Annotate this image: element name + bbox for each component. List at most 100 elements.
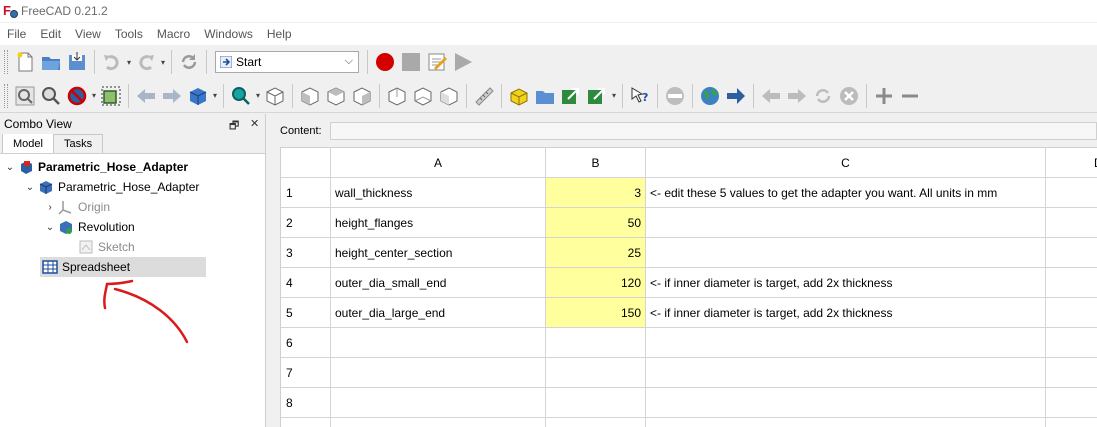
- macro-stop-icon[interactable]: [399, 50, 423, 74]
- new-document-icon[interactable]: [13, 50, 37, 74]
- web-home-icon[interactable]: [698, 84, 722, 108]
- view-front-icon[interactable]: [298, 84, 322, 108]
- cell-c6[interactable]: [646, 328, 1046, 358]
- view-rear-icon[interactable]: [385, 84, 409, 108]
- zoom-icon[interactable]: [229, 84, 253, 108]
- cell-b7[interactable]: [546, 358, 646, 388]
- draw-style-dropdown-icon[interactable]: ▾: [90, 84, 98, 108]
- menu-macro[interactable]: Macro: [150, 27, 197, 41]
- back-arrow-icon[interactable]: [134, 84, 158, 108]
- cell-a2[interactable]: height_flanges: [331, 208, 546, 238]
- std-views-dropdown-icon[interactable]: ▾: [211, 84, 219, 108]
- tree-item-sketch[interactable]: Sketch: [76, 237, 135, 257]
- zoom-dropdown-icon[interactable]: ▾: [254, 84, 262, 108]
- menu-file[interactable]: File: [0, 27, 33, 41]
- cell-c1[interactable]: <- edit these 5 values to get the adapte…: [646, 178, 1046, 208]
- row-header[interactable]: 2: [281, 208, 331, 238]
- cell-d7[interactable]: [1046, 358, 1097, 388]
- chevron-down-icon[interactable]: ⌄: [4, 162, 16, 173]
- link-icon[interactable]: [559, 84, 583, 108]
- cell-d3[interactable]: [1046, 238, 1097, 268]
- cell-a7[interactable]: [331, 358, 546, 388]
- draw-style-icon[interactable]: [65, 84, 89, 108]
- refresh-icon[interactable]: [177, 50, 201, 74]
- cell-a4[interactable]: outer_dia_small_end: [331, 268, 546, 298]
- cell-d4[interactable]: [1046, 268, 1097, 298]
- close-icon[interactable]: ✕: [250, 117, 259, 130]
- float-window-icon[interactable]: 🗗: [229, 117, 239, 136]
- chevron-down-icon[interactable]: ⌄: [24, 182, 36, 193]
- link-dropdown-icon[interactable]: ▾: [610, 84, 618, 108]
- measure-distance-icon[interactable]: [472, 84, 496, 108]
- menu-help[interactable]: Help: [260, 27, 299, 41]
- view-top-icon[interactable]: [324, 84, 348, 108]
- row-header[interactable]: 3: [281, 238, 331, 268]
- cell-b6[interactable]: [546, 328, 646, 358]
- zoom-in-icon[interactable]: [872, 84, 896, 108]
- fit-all-icon[interactable]: [13, 84, 37, 108]
- view-isometric-icon[interactable]: [263, 84, 287, 108]
- tree-item-origin[interactable]: › Origin: [44, 197, 110, 217]
- cell-d1[interactable]: [1046, 178, 1097, 208]
- bounding-box-icon[interactable]: [99, 84, 123, 108]
- web-stop-icon[interactable]: [663, 84, 687, 108]
- tree-item-revolution[interactable]: ⌄ Revolution: [44, 217, 135, 237]
- open-folder-icon[interactable]: [39, 50, 63, 74]
- cell-b9[interactable]: [546, 418, 646, 427]
- toolbar-grip[interactable]: [4, 83, 8, 108]
- menu-edit[interactable]: Edit: [33, 27, 68, 41]
- cell-d9[interactable]: [1046, 418, 1097, 427]
- web-close-icon[interactable]: [837, 84, 861, 108]
- column-header-c[interactable]: C: [646, 148, 1046, 178]
- forward-arrow-icon[interactable]: [160, 84, 184, 108]
- fit-selection-icon[interactable]: [39, 84, 63, 108]
- cell-b2[interactable]: 50: [546, 208, 646, 238]
- content-input[interactable]: [330, 122, 1097, 140]
- cell-a6[interactable]: [331, 328, 546, 358]
- cell-d5[interactable]: [1046, 298, 1097, 328]
- cell-c8[interactable]: [646, 388, 1046, 418]
- std-views-icon[interactable]: [186, 84, 210, 108]
- column-header-a[interactable]: A: [331, 148, 546, 178]
- web-forward-icon[interactable]: [785, 84, 809, 108]
- tree-item-spreadsheet[interactable]: Spreadsheet: [40, 257, 206, 277]
- tab-model[interactable]: Model: [2, 133, 54, 153]
- cell-d6[interactable]: [1046, 328, 1097, 358]
- cell-a9[interactable]: [331, 418, 546, 427]
- link-actions-icon[interactable]: [585, 84, 609, 108]
- cell-b3[interactable]: 25: [546, 238, 646, 268]
- row-header[interactable]: 9: [281, 418, 331, 427]
- row-header[interactable]: 6: [281, 328, 331, 358]
- tree-item-document[interactable]: ⌄ Parametric_Hose_Adapter: [4, 157, 188, 177]
- cell-b1[interactable]: 3: [546, 178, 646, 208]
- create-group-icon[interactable]: [533, 84, 557, 108]
- macro-edit-icon[interactable]: [425, 50, 449, 74]
- tree-item-body[interactable]: ⌄ Parametric_Hose_Adapter: [24, 177, 199, 197]
- row-header[interactable]: 8: [281, 388, 331, 418]
- toolbar-grip[interactable]: [4, 50, 8, 74]
- undo-icon[interactable]: [100, 50, 124, 74]
- web-go-icon[interactable]: [724, 84, 748, 108]
- tab-tasks[interactable]: Tasks: [52, 134, 104, 153]
- web-back-icon[interactable]: [759, 84, 783, 108]
- cell-c2[interactable]: [646, 208, 1046, 238]
- cell-d8[interactable]: [1046, 388, 1097, 418]
- macro-record-icon[interactable]: [373, 50, 397, 74]
- cell-a3[interactable]: height_center_section: [331, 238, 546, 268]
- workbench-selector[interactable]: Start ⌵: [215, 51, 359, 73]
- view-bottom-icon[interactable]: [411, 84, 435, 108]
- save-icon[interactable]: [65, 50, 89, 74]
- web-refresh-icon[interactable]: [811, 84, 835, 108]
- cell-b5[interactable]: 150: [546, 298, 646, 328]
- cell-b8[interactable]: [546, 388, 646, 418]
- view-left-icon[interactable]: [437, 84, 461, 108]
- cell-a8[interactable]: [331, 388, 546, 418]
- cell-d2[interactable]: [1046, 208, 1097, 238]
- macro-play-icon[interactable]: [451, 50, 475, 74]
- row-header[interactable]: 1: [281, 178, 331, 208]
- redo-icon[interactable]: [134, 50, 158, 74]
- cell-c3[interactable]: [646, 238, 1046, 268]
- cell-c4[interactable]: <- if inner diameter is target, add 2x t…: [646, 268, 1046, 298]
- column-header-b[interactable]: B: [546, 148, 646, 178]
- view-right-icon[interactable]: [350, 84, 374, 108]
